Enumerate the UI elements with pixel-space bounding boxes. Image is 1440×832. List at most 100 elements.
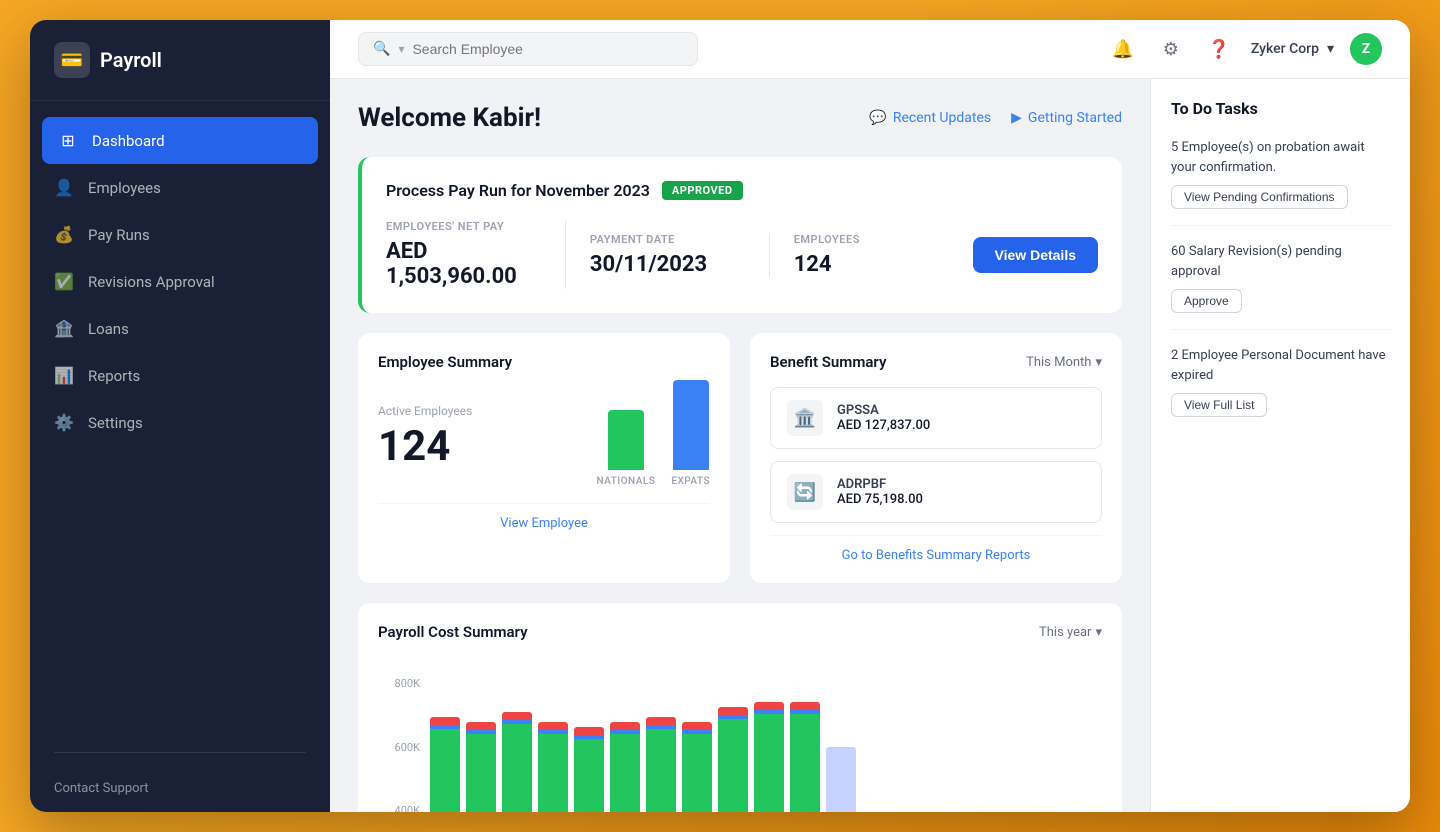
bar-oct — [754, 702, 784, 812]
recent-updates-link[interactable]: 💬 Recent Updates — [869, 110, 991, 126]
company-chevron-icon: ▾ — [1327, 41, 1334, 57]
view-details-button[interactable]: View Details — [973, 237, 1098, 273]
sidebar-item-revisions-approval[interactable]: ✅ Revisions Approval — [30, 258, 330, 305]
payroll-icon: 💳 — [54, 42, 90, 78]
sidebar-item-settings[interactable]: ⚙️ Settings — [30, 399, 330, 446]
net-pay-value: AED 1,503,960.00 — [386, 239, 541, 289]
payroll-period-selector[interactable]: This year ▾ — [1039, 625, 1102, 640]
adrpbf-name: ADRPBF — [837, 477, 923, 492]
expats-bar-group: EXPATS — [671, 380, 710, 487]
todo-documents-text: 2 Employee Personal Document have expire… — [1171, 346, 1390, 385]
approve-button[interactable]: Approve — [1171, 289, 1242, 313]
y-axis: 800K 600K 400K — [386, 677, 426, 812]
sidebar-nav: ⊞ Dashboard 👤 Employees 💰 Pay Runs ✅ Rev… — [30, 101, 330, 740]
settings-icon: ⚙️ — [54, 413, 74, 432]
help-button[interactable]: ❓ — [1203, 33, 1235, 65]
expats-bar — [673, 380, 709, 470]
page-title: Welcome Kabir! — [358, 103, 541, 133]
bar-dec — [826, 747, 856, 812]
sidebar-item-reports[interactable]: 📊 Reports — [30, 352, 330, 399]
header-icons: 🔔 ⚙ ❓ Zyker Corp ▾ Z — [1107, 33, 1382, 65]
y-label-800k: 800K — [386, 677, 420, 690]
summary-grid: Employee Summary Active Employees 124 — [358, 333, 1122, 583]
employees-icon: 👤 — [54, 178, 74, 197]
benefit-info-adrpbf: ADRPBF AED 75,198.00 — [837, 477, 923, 507]
user-avatar[interactable]: Z — [1350, 33, 1382, 65]
expats-label: EXPATS — [671, 476, 710, 487]
sidebar-item-employees[interactable]: 👤 Employees — [30, 164, 330, 211]
chart-bars-container — [430, 677, 1102, 812]
todo-title: To Do Tasks — [1171, 99, 1390, 118]
net-pay-stat: EMPLOYEES' NET PAY AED 1,503,960.00 — [386, 220, 566, 289]
payroll-cost-title: Payroll Cost Summary — [378, 623, 528, 641]
sidebar-item-label: Dashboard — [92, 132, 165, 150]
payroll-chart-container: 800K 600K 400K — [378, 657, 1102, 812]
todo-salary-text: 60 Salary Revision(s) pending approval — [1171, 242, 1390, 281]
y-label-600k: 600K — [386, 741, 420, 754]
gpssa-logo: 🏛️ — [787, 400, 823, 436]
go-reports-link[interactable]: Go to Benefits Summary Reports — [770, 535, 1102, 563]
contact-support-link[interactable]: Contact Support — [30, 765, 330, 812]
employee-summary-content: Active Employees 124 NATIONALS — [378, 387, 710, 487]
todo-sidebar: To Do Tasks 5 Employee(s) on probation a… — [1150, 79, 1410, 812]
dashboard: Welcome Kabir! 💬 Recent Updates ▶ Gettin… — [330, 79, 1410, 812]
period-chevron-icon: ▾ — [1095, 355, 1102, 370]
benefit-summary-header: Benefit Summary This Month ▾ — [770, 353, 1102, 371]
company-name: Zyker Corp — [1251, 41, 1319, 57]
getting-started-icon: ▶ — [1011, 110, 1022, 126]
search-bar[interactable]: 🔍 ▾ — [358, 32, 698, 66]
company-selector[interactable]: Zyker Corp ▾ — [1251, 41, 1334, 57]
payroll-cost-header: Payroll Cost Summary This year ▾ — [378, 623, 1102, 641]
nationals-label: NATIONALS — [597, 476, 656, 487]
todo-probation-text: 5 Employee(s) on probation await your co… — [1171, 138, 1390, 177]
search-dropdown-chevron[interactable]: ▾ — [398, 42, 404, 56]
approved-badge: APPROVED — [662, 181, 743, 200]
header: 🔍 ▾ 🔔 ⚙ ❓ Zyker Corp ▾ Z — [330, 20, 1410, 79]
notifications-button[interactable]: 🔔 — [1107, 33, 1139, 65]
todo-item-documents: 2 Employee Personal Document have expire… — [1171, 346, 1390, 433]
payroll-chart: 800K 600K 400K — [378, 657, 1102, 812]
employees-stat: EMPLOYEES 124 — [770, 233, 973, 277]
employees-label: EMPLOYEES — [794, 233, 949, 246]
bar-may — [574, 727, 604, 812]
employees-value: 124 — [794, 252, 949, 277]
pay-run-title: Process Pay Run for November 2023 — [386, 181, 650, 200]
view-employee-link[interactable]: View Employee — [378, 503, 710, 531]
sidebar-item-label: Pay Runs — [88, 226, 150, 244]
settings-button[interactable]: ⚙ — [1155, 33, 1187, 65]
gpssa-amount: AED 127,837.00 — [837, 418, 930, 433]
net-pay-label: EMPLOYEES' NET PAY — [386, 220, 541, 233]
benefit-info-gpssa: GPSSA AED 127,837.00 — [837, 403, 930, 433]
payment-date-value: 30/11/2023 — [590, 252, 745, 277]
sidebar-item-loans[interactable]: 🏦 Loans — [30, 305, 330, 352]
sidebar-item-label: Settings — [88, 414, 143, 432]
period-selector[interactable]: This Month ▾ — [1026, 355, 1102, 370]
todo-item-salary-revision: 60 Salary Revision(s) pending approval A… — [1171, 242, 1390, 330]
benefit-summary-card: Benefit Summary This Month ▾ 🏛️ — [750, 333, 1122, 583]
revisions-icon: ✅ — [54, 272, 74, 291]
period-label: This Month — [1026, 355, 1091, 370]
view-pending-confirmations-button[interactable]: View Pending Confirmations — [1171, 185, 1348, 209]
gpssa-name: GPSSA — [837, 403, 930, 418]
search-input[interactable] — [412, 41, 683, 57]
nationals-bar-group: NATIONALS — [597, 410, 656, 487]
adrpbf-logo: 🔄 — [787, 474, 823, 510]
sidebar-item-dashboard[interactable]: ⊞ Dashboard — [42, 117, 318, 164]
sidebar-item-pay-runs[interactable]: 💰 Pay Runs — [30, 211, 330, 258]
nationals-bar — [608, 410, 644, 470]
employee-summary-card: Employee Summary Active Employees 124 — [358, 333, 730, 583]
todo-item-probation: 5 Employee(s) on probation await your co… — [1171, 138, 1390, 226]
header-links: 💬 Recent Updates ▶ Getting Started — [869, 110, 1122, 126]
benefit-item-gpssa: 🏛️ GPSSA AED 127,837.00 — [770, 387, 1102, 449]
bar-aug — [682, 722, 712, 812]
active-count: 124 — [378, 422, 577, 471]
view-full-list-button[interactable]: View Full List — [1171, 393, 1267, 417]
getting-started-link[interactable]: ▶ Getting Started — [1011, 110, 1122, 126]
app-name: Payroll — [100, 48, 162, 72]
dashboard-icon: ⊞ — [58, 131, 78, 150]
payroll-cost-card: Payroll Cost Summary This year ▾ 800K 60… — [358, 603, 1122, 812]
active-label: Active Employees — [378, 404, 577, 418]
benefit-summary-title: Benefit Summary — [770, 353, 886, 371]
sidebar-item-label: Employees — [88, 179, 161, 197]
loans-icon: 🏦 — [54, 319, 74, 338]
